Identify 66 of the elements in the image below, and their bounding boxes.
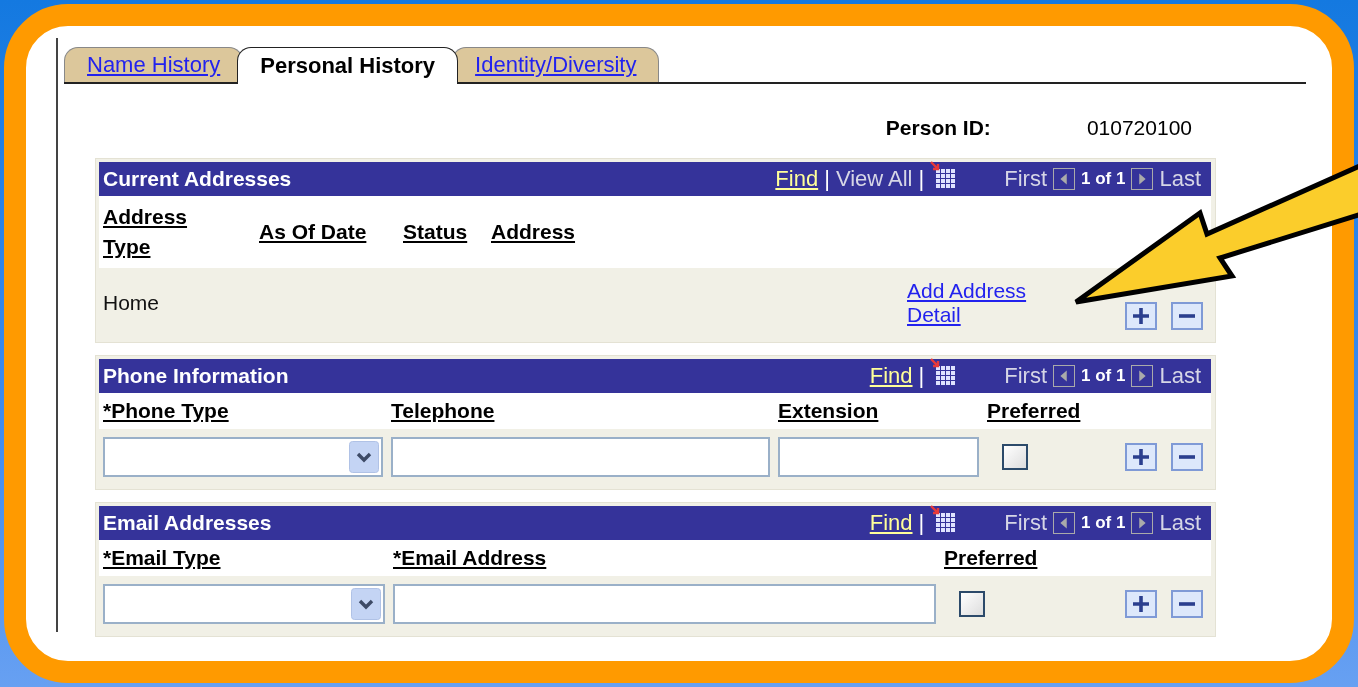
delete-row-button[interactable] [1171, 590, 1203, 618]
previous-icon[interactable] [1053, 168, 1075, 190]
nav-label: First [1004, 166, 1047, 191]
nav-label: Last [1159, 363, 1201, 389]
row-count: 1 of 1 [1081, 366, 1126, 386]
previous-icon[interactable] [1053, 365, 1075, 387]
tab[interactable]: Personal History [237, 47, 459, 84]
column-header[interactable]: *Phone Type [103, 399, 391, 423]
dropdown-field[interactable] [103, 584, 385, 624]
plus-icon [1133, 308, 1149, 324]
separator: | [918, 166, 925, 192]
plus-icon [1133, 596, 1149, 612]
add-row-button[interactable] [1125, 590, 1157, 618]
address-type-value: Home [103, 291, 161, 315]
column-header[interactable]: Preferred [987, 399, 1115, 423]
column-header[interactable]: Status [403, 220, 491, 244]
grid-title: Current Addresses [103, 167, 293, 191]
column-header[interactable]: Address Type [103, 202, 209, 262]
person-id-value: 010720100 [1086, 116, 1192, 141]
minus-icon [1179, 455, 1195, 459]
chevron-down-icon[interactable] [351, 588, 381, 620]
column-header[interactable]: *Email Address [393, 546, 944, 570]
separator: | [918, 510, 925, 536]
input-field[interactable] [778, 437, 979, 477]
grid-icon[interactable] [930, 358, 957, 386]
column-header[interactable]: *Email Type [103, 546, 393, 570]
nav-label: Last [1159, 166, 1201, 192]
grid-icon[interactable] [930, 161, 957, 189]
column-header[interactable]: Address [491, 220, 907, 244]
nav-label: Last [1159, 510, 1201, 536]
column-header[interactable]: Extension [778, 399, 987, 423]
next-icon[interactable] [1131, 512, 1154, 534]
add-row-button[interactable] [1125, 302, 1157, 330]
find-link[interactable]: Find [775, 166, 819, 192]
nav-label: View All [835, 166, 913, 192]
checkbox[interactable] [1002, 444, 1028, 470]
input-field[interactable] [393, 584, 936, 624]
next-icon[interactable] [1131, 168, 1154, 190]
input-field[interactable] [391, 437, 770, 477]
grid-title: Phone Information [103, 364, 290, 388]
minus-icon [1179, 602, 1195, 606]
find-link[interactable]: Find [869, 510, 913, 536]
row-count: 1 of 1 [1081, 169, 1126, 189]
separator: | [918, 363, 925, 389]
row-count: 1 of 1 [1081, 513, 1126, 533]
delete-row-button[interactable] [1171, 302, 1203, 330]
column-header[interactable]: As Of Date [259, 220, 403, 244]
field-label: Person ID: [885, 116, 991, 141]
add-row-button[interactable] [1125, 443, 1157, 471]
nav-label: First [1004, 363, 1047, 388]
find-link[interactable]: Find [869, 363, 913, 389]
next-icon[interactable] [1131, 365, 1154, 387]
checkbox[interactable] [959, 591, 985, 617]
add-address-detail-link[interactable]: Add Address Detail [907, 279, 1067, 327]
delete-row-button[interactable] [1171, 443, 1203, 471]
minus-icon [1179, 314, 1195, 318]
grid-icon[interactable] [930, 505, 957, 533]
chevron-down-icon[interactable] [349, 441, 379, 473]
dropdown-field[interactable] [103, 437, 383, 477]
nav-label: First [1004, 510, 1047, 535]
previous-icon[interactable] [1053, 512, 1075, 534]
separator: | [824, 166, 830, 192]
column-header[interactable]: Telephone [391, 399, 778, 423]
column-header[interactable]: Preferred [944, 546, 1115, 570]
plus-icon [1133, 449, 1149, 465]
grid-title: Email Addresses [103, 511, 273, 535]
